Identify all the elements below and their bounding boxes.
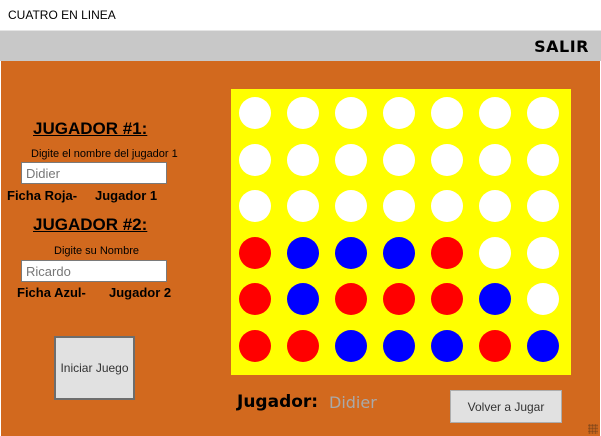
board-cell-red[interactable] xyxy=(431,283,463,315)
board-cell-empty[interactable] xyxy=(527,97,559,129)
board-cell-blue[interactable] xyxy=(431,329,463,362)
board-cell-blue[interactable] xyxy=(383,236,415,269)
board-cell-empty[interactable] xyxy=(479,97,511,129)
title-bar: CUATRO EN LINEA xyxy=(0,0,601,31)
board-cell-empty[interactable] xyxy=(479,236,511,269)
board-cell-empty[interactable] xyxy=(287,97,319,129)
board-cell-empty[interactable] xyxy=(383,97,415,129)
board-cell-empty[interactable] xyxy=(287,190,319,222)
player2-title: JUGADOR #2: xyxy=(33,215,148,234)
exit-button[interactable]: SALIR xyxy=(534,37,589,56)
board-cell-empty[interactable] xyxy=(431,190,463,222)
current-player: Didier xyxy=(329,393,377,412)
board-cell-blue[interactable] xyxy=(287,236,319,269)
board-cell-empty[interactable] xyxy=(239,97,271,129)
board-cell-empty[interactable] xyxy=(479,190,511,222)
board-cell-empty[interactable] xyxy=(527,283,559,315)
board-cell-empty[interactable] xyxy=(239,190,271,222)
player2-chip-label: Ficha Azul- xyxy=(17,285,86,300)
player1-title: JUGADOR #1: xyxy=(33,119,148,138)
player1-label: Jugador 1 xyxy=(95,188,158,203)
board-cell-empty[interactable] xyxy=(335,190,367,222)
board-cell-blue[interactable] xyxy=(335,329,367,362)
play-again-button[interactable]: Volver a Jugar xyxy=(450,390,562,423)
player2-hint: Digite su Nombre xyxy=(54,245,139,257)
board-cell-empty[interactable] xyxy=(527,143,559,176)
board-cell-red[interactable] xyxy=(383,283,415,315)
board-cell-blue[interactable] xyxy=(383,329,415,362)
board-cell-empty[interactable] xyxy=(431,97,463,129)
board-cell-red[interactable] xyxy=(239,283,271,315)
player1-name-input[interactable] xyxy=(21,162,167,184)
board-cell-blue[interactable] xyxy=(287,283,319,315)
board-cell-red[interactable] xyxy=(431,236,463,269)
board-cell-empty[interactable] xyxy=(239,143,271,176)
window-title: CUATRO EN LINEA xyxy=(8,8,116,22)
game-board xyxy=(231,89,571,375)
board-cell-red[interactable] xyxy=(335,283,367,315)
board-cell-empty[interactable] xyxy=(287,143,319,176)
board-cell-empty[interactable] xyxy=(383,143,415,176)
board-cell-red[interactable] xyxy=(239,236,271,269)
board-cell-empty[interactable] xyxy=(527,236,559,269)
board-cell-blue[interactable] xyxy=(479,283,511,315)
resize-grip[interactable] xyxy=(588,424,598,434)
board-cell-empty[interactable] xyxy=(335,97,367,129)
board-cell-red[interactable] xyxy=(287,329,319,362)
board-cell-empty[interactable] xyxy=(335,143,367,176)
player2-name-input[interactable] xyxy=(21,260,167,282)
turn-label: Jugador: xyxy=(237,392,319,412)
board-cell-empty[interactable] xyxy=(383,190,415,222)
menu-bar: SALIR xyxy=(0,31,601,61)
main-panel: JUGADOR #1: Digite el nombre del jugador… xyxy=(1,61,600,436)
board-cell-empty[interactable] xyxy=(479,143,511,176)
start-game-button[interactable]: Iniciar Juego xyxy=(54,336,135,400)
player1-chip-label: Ficha Roja- xyxy=(7,188,78,203)
board-cell-red[interactable] xyxy=(239,329,271,362)
board-cell-blue[interactable] xyxy=(335,236,367,269)
board-cell-blue[interactable] xyxy=(527,329,559,362)
board-cell-empty[interactable] xyxy=(527,190,559,222)
player2-label: Jugador 2 xyxy=(109,285,172,300)
board-cell-red[interactable] xyxy=(479,329,511,362)
board-cell-empty[interactable] xyxy=(431,143,463,176)
player1-hint: Digite el nombre del jugador 1 xyxy=(31,148,178,160)
